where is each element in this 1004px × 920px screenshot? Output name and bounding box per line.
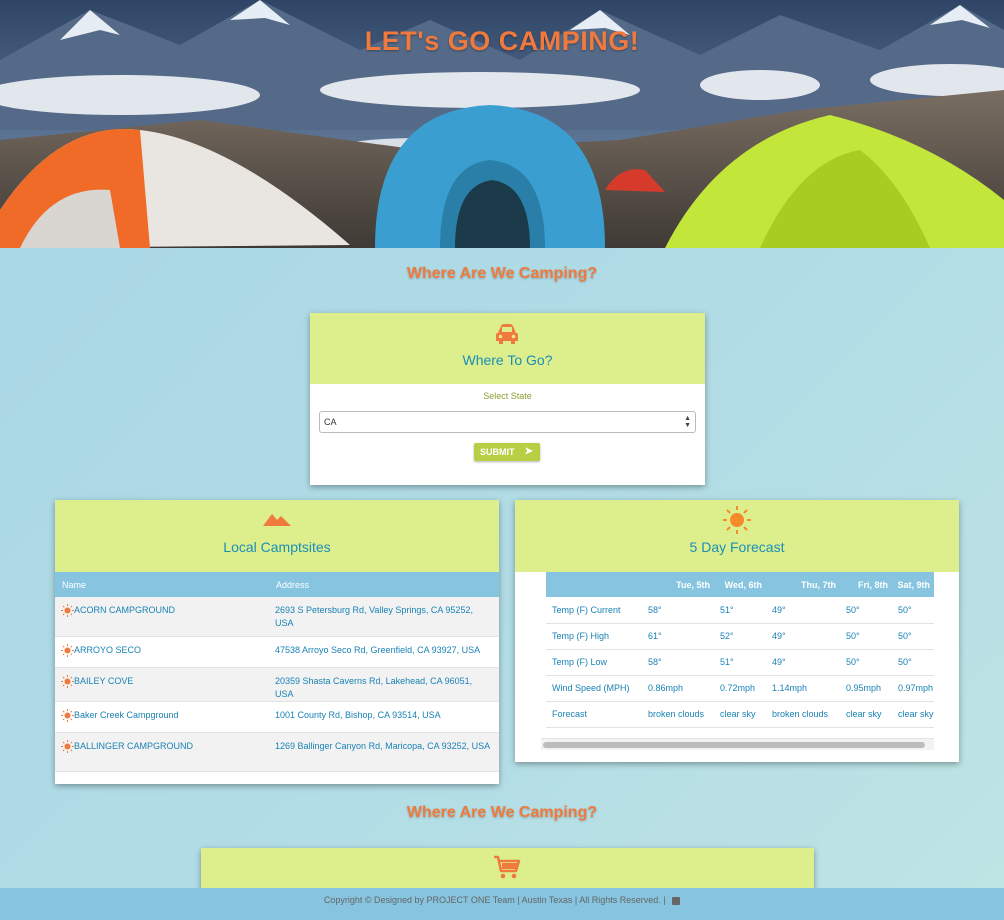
hero-title: LET's GO CAMPING!: [364, 26, 640, 56]
sun-icon: [61, 708, 74, 722]
day-header: Thu, 7th: [766, 572, 840, 597]
forecast-cell: broken clouds: [642, 701, 714, 728]
card-title: 5 Day Forecast: [689, 539, 785, 555]
state-select-value: CA: [324, 417, 337, 427]
table-row[interactable]: BALLINGER CAMPGROUND 1269 Ballinger Cany…: [55, 732, 499, 772]
forecast-cell: 50°: [892, 623, 934, 650]
forecast-cell: 50°: [892, 649, 934, 676]
row-label: Forecast: [546, 701, 642, 728]
campsite-name[interactable]: ARROYO SECO: [74, 644, 141, 654]
table-row[interactable]: ACORN CAMPGROUND 2693 S Petersburg Rd, V…: [55, 597, 499, 637]
forecast-cell: 50°: [840, 597, 892, 624]
forecast-cell: clear sky: [892, 701, 934, 728]
campsite-address: 1269 Ballinger Canyon Rd, Maricopa, CA 9…: [269, 732, 499, 772]
select-arrows-icon: ▲ ▼: [684, 415, 691, 429]
forecast-cell: 50°: [840, 623, 892, 650]
row-label: Temp (F) Low: [546, 649, 642, 676]
social-icon[interactable]: [672, 896, 681, 905]
forecast-cell: 0.72mph: [714, 675, 766, 702]
mountain-icon: [263, 514, 291, 526]
campsite-address: 1001 County Rd, Bishop, CA 93514, USA: [269, 701, 499, 733]
column-header-address: Address: [269, 572, 499, 597]
day-header: Wed, 6th: [714, 572, 766, 597]
horizontal-scrollbar[interactable]: [541, 738, 934, 750]
forecast-cell: clear sky: [714, 701, 766, 728]
arrow-right-icon: ➤: [524, 446, 533, 457]
table-row[interactable]: ARROYO SECO 47538 Arroyo Seco Rd, Greenf…: [55, 636, 499, 668]
where-to-go-card: Where To Go? Select State CA ▲ ▼ SUBMIT ➤: [310, 313, 705, 485]
forecast-row: Temp (F) High 61° 52° 49° 50° 50°: [546, 623, 934, 650]
submit-button[interactable]: SUBMIT ➤: [474, 443, 540, 461]
campsite-name[interactable]: BAILEY COVE: [74, 675, 133, 685]
row-label: Temp (F) High: [546, 623, 642, 650]
forecast-cell: 51°: [714, 649, 766, 676]
car-icon: [496, 324, 518, 344]
campsite-address: 20359 Shasta Caverns Rd, Lakehead, CA 96…: [269, 667, 499, 702]
scrollbar-thumb[interactable]: [543, 742, 925, 748]
forecast-cell: 51°: [714, 597, 766, 624]
forecast-card: 5 Day Forecast Tue, 5th Wed, 6th Thu, 7t…: [515, 500, 959, 762]
submit-label: SUBMIT: [480, 447, 515, 457]
forecast-cell: 0.97mph: [892, 675, 934, 702]
row-label: Temp (F) Current: [546, 597, 642, 624]
forecast-cell: clear sky: [840, 701, 892, 728]
campsites-card: Local Camptsites Name Address ACORN CAMP…: [55, 500, 499, 784]
cart-icon: [494, 855, 521, 879]
forecast-cell: 0.86mph: [642, 675, 714, 702]
forecast-cell: 58°: [642, 597, 714, 624]
table-row[interactable]: Baker Creek Campground 1001 County Rd, B…: [55, 701, 499, 733]
forecast-cell: 1.14mph: [766, 675, 840, 702]
sun-icon: [61, 643, 74, 657]
card-title: Local Camptsites: [223, 539, 331, 555]
forecast-table: Tue, 5th Wed, 6th Thu, 7th Fri, 8th Sat,…: [546, 572, 934, 728]
section-heading: Where Are We Camping?: [406, 265, 598, 282]
campsite-name[interactable]: Baker Creek Campground: [74, 709, 179, 719]
forecast-row: Forecast broken clouds clear sky broken …: [546, 701, 934, 728]
forecast-cell: 58°: [642, 649, 714, 676]
forecast-cell: 61°: [642, 623, 714, 650]
forecast-row: Wind Speed (MPH) 0.86mph 0.72mph 1.14mph…: [546, 675, 934, 702]
section-heading: Where Are We Camping?: [406, 804, 598, 821]
forecast-cell: 49°: [766, 623, 840, 650]
sun-icon: [723, 506, 751, 534]
forecast-cell: 49°: [766, 597, 840, 624]
sun-icon: [61, 604, 74, 617]
card-header: 5 Day Forecast: [515, 500, 959, 572]
state-select[interactable]: CA ▲ ▼: [319, 411, 696, 433]
forecast-cell: 50°: [840, 649, 892, 676]
day-header: Fri, 8th: [840, 572, 892, 597]
campsite-name[interactable]: ACORN CAMPGROUND: [74, 605, 175, 615]
hero-banner: LET's GO CAMPING!: [0, 0, 1004, 248]
campsites-table: Name Address ACORN CAMPGROUND 2693 S Pet…: [55, 572, 499, 772]
forecast-row: Temp (F) Low 58° 51° 49° 50° 50°: [546, 649, 934, 676]
card-header: Where To Go?: [310, 313, 705, 384]
card-header: Local Camptsites: [55, 500, 499, 572]
day-header: Sat, 9th: [892, 572, 934, 597]
forecast-cell: 50°: [892, 597, 934, 624]
forecast-cell: 0.95mph: [840, 675, 892, 702]
forecast-cell: 52°: [714, 623, 766, 650]
forecast-cell: broken clouds: [766, 701, 840, 728]
table-row[interactable]: BAILEY COVE 20359 Shasta Caverns Rd, Lak…: [55, 667, 499, 702]
card-title: Where To Go?: [462, 352, 553, 368]
select-state-label: Select State: [483, 391, 532, 401]
footer-text: Copyright © Designed by PROJECT ONE Team…: [323, 895, 666, 905]
forecast-scroll-area[interactable]: Tue, 5th Wed, 6th Thu, 7th Fri, 8th Sat,…: [546, 572, 934, 748]
campsite-address: 2693 S Petersburg Rd, Valley Springs, CA…: [269, 597, 499, 637]
forecast-row: Temp (F) Current 58° 51° 49° 50° 50°: [546, 597, 934, 624]
column-header-name: Name: [55, 572, 269, 597]
forecast-corner: [546, 572, 642, 597]
sun-icon: [61, 674, 74, 688]
campsite-address: 47538 Arroyo Seco Rd, Greenfield, CA 939…: [269, 636, 499, 668]
row-label: Wind Speed (MPH): [546, 675, 642, 702]
sun-icon: [61, 739, 74, 753]
footer: Copyright © Designed by PROJECT ONE Team…: [0, 888, 1004, 920]
campsite-name[interactable]: BALLINGER CAMPGROUND: [74, 740, 193, 750]
forecast-cell: 49°: [766, 649, 840, 676]
day-header: Tue, 5th: [642, 572, 714, 597]
